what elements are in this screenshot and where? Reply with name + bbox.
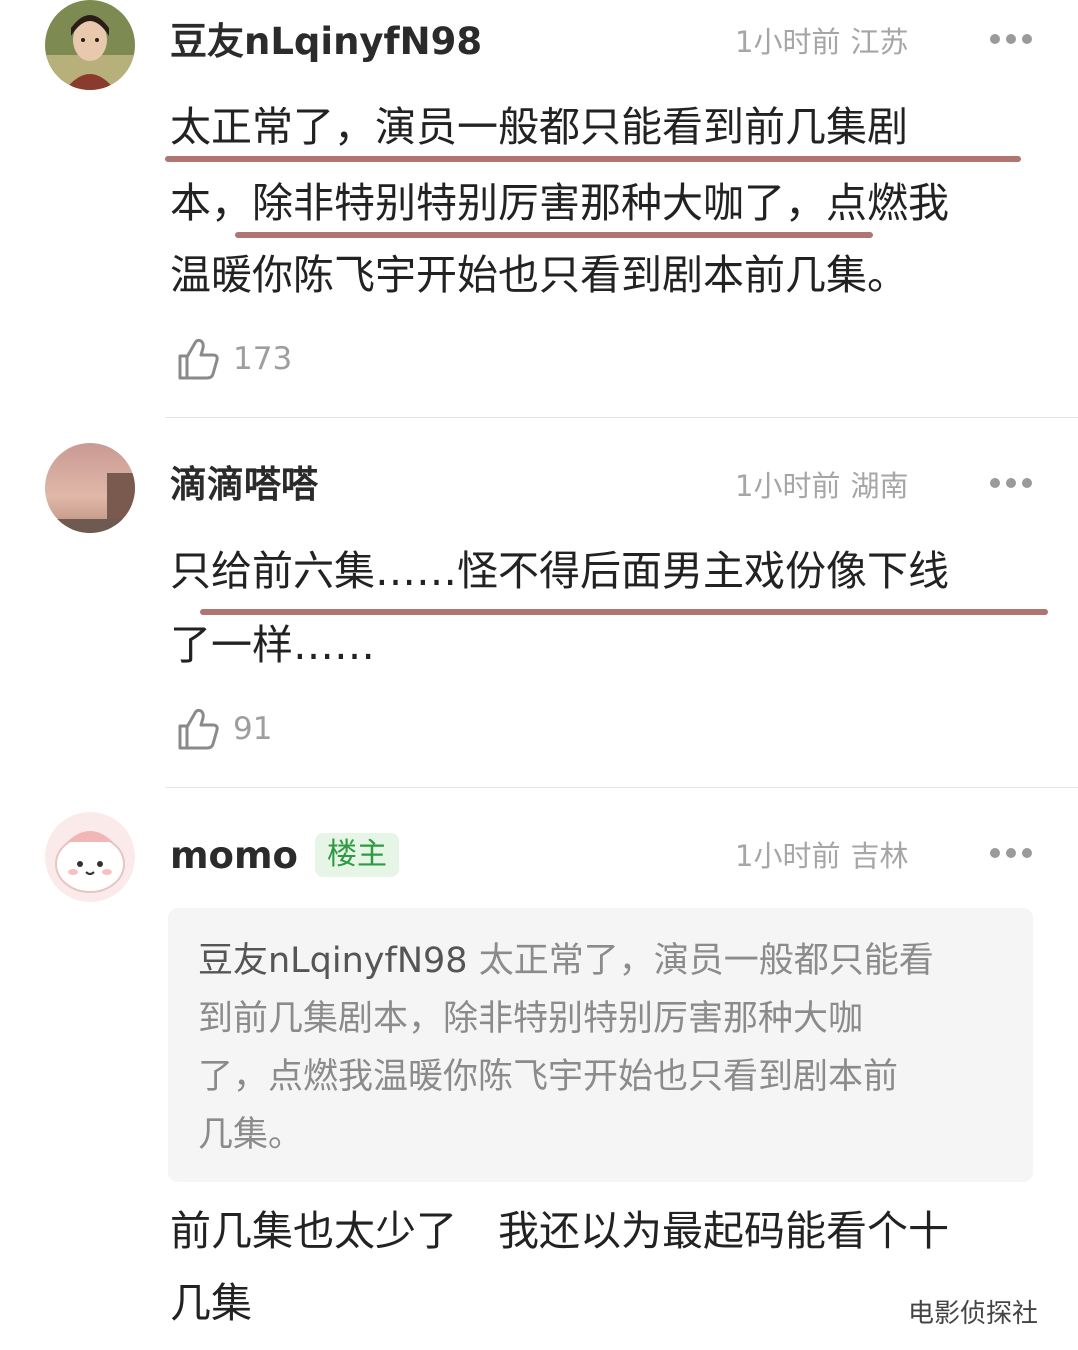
comment-meta: 1小时前 湖南: [735, 466, 908, 506]
location: 吉林: [850, 839, 909, 873]
portrait-avatar-icon: [45, 0, 135, 90]
comment-text-line: 温暖你陈飞宇开始也只看到剧本前几集。: [170, 251, 908, 299]
comment-meta: 1小时前 吉林: [735, 836, 908, 876]
comment-text-line: 太正常了，演员一般都只能看到前几集剧: [170, 103, 908, 151]
location: 江苏: [850, 25, 909, 59]
more-options-icon[interactable]: [990, 478, 1032, 490]
user-avatar[interactable]: [45, 0, 135, 90]
timestamp: 1小时前: [735, 839, 841, 873]
user-avatar[interactable]: [45, 812, 135, 902]
thumbs-up-icon: [178, 338, 219, 380]
comment-text-line: 只给前六集……怪不得后面男主戏份像下线: [170, 547, 949, 595]
username[interactable]: 豆友nLqinyfN98: [170, 20, 482, 64]
comment-divider: [165, 787, 1078, 788]
quote-text: 太正常了，演员一般都只能看: [478, 941, 934, 981]
highlight-underline: [235, 232, 873, 238]
quote-text-line: 豆友nLqinyfN98 太正常了，演员一般都只能看: [198, 938, 934, 984]
username[interactable]: momo: [170, 834, 298, 878]
more-options-icon[interactable]: [990, 34, 1032, 46]
comment-meta: 1小时前 江苏: [735, 22, 908, 62]
comment-text-line: 前几集也太少了 我还以为最起码能看个十: [170, 1207, 949, 1255]
quote-author: 豆友nLqinyfN98: [198, 941, 468, 981]
highlight-underline: [165, 156, 1021, 162]
cartoon-avatar-icon: [45, 812, 135, 902]
like-count: 91: [233, 711, 273, 747]
op-badge: 楼主: [315, 833, 399, 877]
quote-text-line: 几集。: [198, 1115, 304, 1155]
sunset-avatar-icon: [45, 443, 135, 533]
location: 湖南: [850, 469, 909, 503]
more-options-icon[interactable]: [990, 848, 1032, 860]
like-count: 173: [233, 341, 293, 377]
highlight-underline: [200, 609, 1048, 615]
timestamp: 1小时前: [735, 25, 841, 59]
username[interactable]: 滴滴嗒嗒: [170, 463, 318, 507]
quoted-comment[interactable]: 豆友nLqinyfN98 太正常了，演员一般都只能看 到前几集剧本，除非特别特别…: [168, 908, 1033, 1182]
quote-text-line: 到前几集剧本，除非特别特别厉害那种大咖: [198, 999, 864, 1039]
comment-text-line: 本，除非特别特别厉害那种大咖了，点燃我: [170, 179, 949, 227]
watermark: 电影侦探社: [908, 1299, 1039, 1329]
comment-text-line: 了一样……: [170, 621, 375, 669]
timestamp: 1小时前: [735, 469, 841, 503]
comment-divider: [165, 417, 1078, 418]
quote-text-line: 了，点燃我温暖你陈飞宇开始也只看到剧本前: [198, 1057, 899, 1097]
thumbs-up-icon: [178, 708, 219, 750]
user-avatar[interactable]: [45, 443, 135, 533]
comment-text-line: 几集: [170, 1279, 252, 1327]
